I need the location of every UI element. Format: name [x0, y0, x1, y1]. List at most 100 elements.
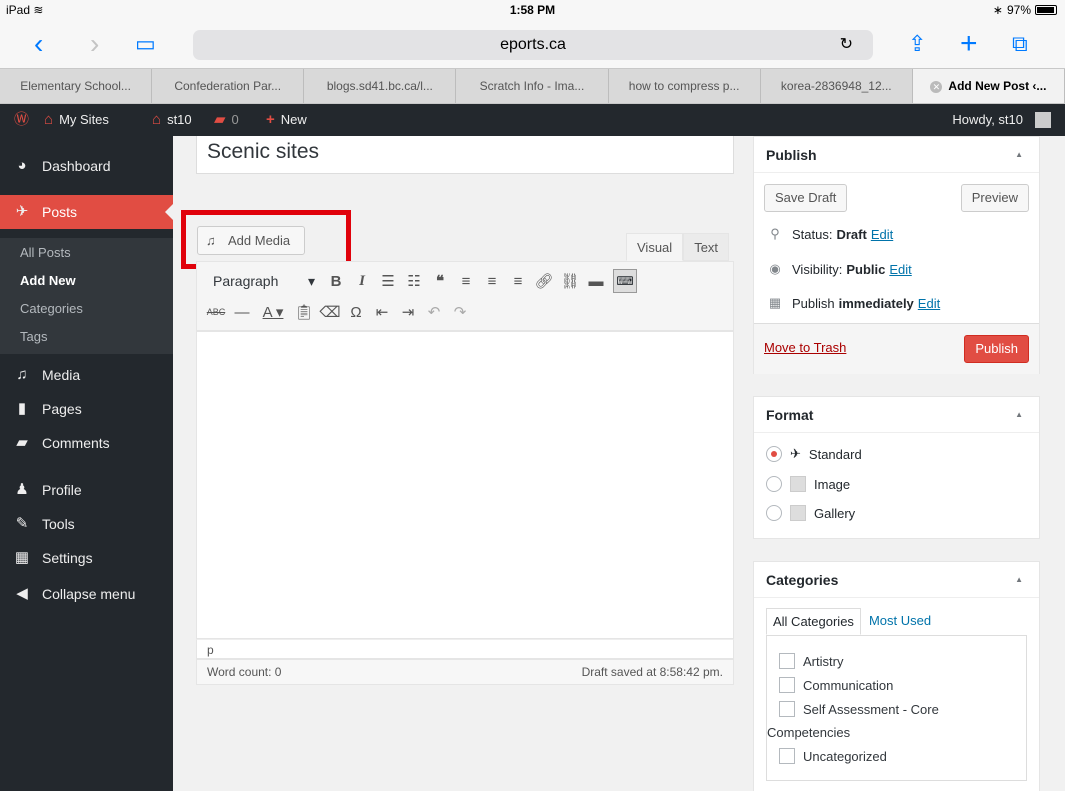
- browser-tab[interactable]: korea-2836948_12...: [761, 69, 913, 103]
- category-item[interactable]: Artistry: [779, 653, 843, 669]
- sidebar-item-tools[interactable]: ✎ Tools: [0, 507, 173, 541]
- unlink-icon[interactable]: ⛓: [557, 272, 583, 290]
- link-icon[interactable]: 🔗︎: [531, 272, 557, 290]
- bullet-list-icon[interactable]: ☰: [375, 272, 401, 290]
- category-item[interactable]: Uncategorized: [779, 748, 887, 764]
- editor-mode-tabs: Visual Text: [626, 233, 730, 261]
- browser-tab[interactable]: blogs.sd41.bc.ca/l...: [304, 69, 457, 103]
- browser-tab-active[interactable]: ✕ Add New Post ‹...: [912, 69, 1065, 103]
- format-select[interactable]: Paragraph ▾: [203, 273, 323, 290]
- collapse-arrow-icon[interactable]: ▲: [1015, 562, 1023, 598]
- outdent-icon[interactable]: ⇤: [369, 303, 395, 321]
- browser-tab[interactable]: Elementary School...: [0, 69, 153, 103]
- undo-icon[interactable]: ↶: [421, 303, 447, 321]
- blockquote-icon[interactable]: ❝: [427, 272, 453, 290]
- save-draft-button[interactable]: Save Draft: [764, 184, 848, 212]
- align-center-icon[interactable]: ≡: [479, 273, 505, 290]
- tabs-overview-icon[interactable]: ⧉: [1012, 20, 1028, 68]
- tab-all-categories[interactable]: All Categories: [766, 608, 861, 635]
- clear-formatting-icon[interactable]: ⌫: [317, 303, 343, 321]
- submenu-tags[interactable]: Tags: [20, 329, 47, 344]
- share-icon[interactable]: ⇪: [908, 20, 926, 68]
- format-option-standard[interactable]: ✈ Standard: [766, 446, 862, 462]
- radio-standard[interactable]: [766, 446, 782, 462]
- radio-image[interactable]: [766, 476, 782, 492]
- format-header[interactable]: Format ▲: [754, 397, 1039, 433]
- sidebar-item-pages[interactable]: ▮ Pages: [0, 392, 173, 426]
- edit-visibility-link[interactable]: Edit: [889, 262, 911, 277]
- content-editor[interactable]: [196, 331, 734, 639]
- wordpress-logo-icon[interactable]: Ⓦ: [14, 104, 29, 136]
- browser-tab[interactable]: Confederation Par...: [152, 69, 305, 103]
- bookmarks-icon[interactable]: ▭: [135, 20, 156, 68]
- publish-header[interactable]: Publish ▲: [754, 137, 1039, 173]
- new-content-menu[interactable]: + New: [266, 104, 307, 136]
- move-to-trash-link[interactable]: Move to Trash: [764, 340, 846, 355]
- account-menu[interactable]: Howdy, st10: [952, 104, 1051, 136]
- back-icon[interactable]: ‹: [34, 20, 43, 68]
- publish-button[interactable]: Publish: [964, 335, 1029, 363]
- special-character-icon[interactable]: Ω: [343, 304, 369, 321]
- tab-visual[interactable]: Visual: [626, 233, 684, 261]
- italic-icon[interactable]: I: [349, 273, 375, 290]
- bold-icon[interactable]: B: [323, 273, 349, 290]
- sidebar-item-comments[interactable]: ▰ Comments: [0, 426, 173, 460]
- collapse-arrow-icon[interactable]: ▲: [1015, 137, 1023, 173]
- submenu-add-new[interactable]: Add New: [20, 273, 76, 288]
- format-option-gallery[interactable]: Gallery: [766, 505, 855, 521]
- category-checkbox[interactable]: [779, 748, 795, 764]
- categories-header[interactable]: Categories ▲: [754, 562, 1039, 598]
- new-tab-icon[interactable]: +: [960, 20, 978, 68]
- comments-menu[interactable]: ▰ 0: [214, 104, 239, 136]
- forward-icon[interactable]: ›: [90, 20, 99, 68]
- categories-heading: Categories: [766, 572, 839, 588]
- post-title-input[interactable]: Scenic sites: [196, 136, 734, 174]
- category-item[interactable]: Self Assessment - Core: [779, 701, 939, 717]
- publish-actions: Move to Trash Publish: [754, 323, 1039, 374]
- close-tab-icon[interactable]: ✕: [930, 81, 943, 93]
- ios-status-bar: iPad ≋ 1:58 PM ∗ 97%: [0, 0, 1065, 20]
- sidebar-item-settings[interactable]: ▦ Settings: [0, 541, 173, 575]
- sidebar-item-collapse[interactable]: ◀ Collapse menu: [0, 577, 173, 611]
- sidebar-item-dashboard[interactable]: ◕ Dashboard: [0, 149, 173, 183]
- radio-gallery[interactable]: [766, 505, 782, 521]
- align-right-icon[interactable]: ≡: [505, 273, 531, 290]
- indent-icon[interactable]: ⇥: [395, 303, 421, 321]
- read-more-icon[interactable]: ▬: [583, 273, 609, 290]
- toolbar-toggle-icon[interactable]: ⌨: [613, 269, 637, 293]
- sidebar-item-profile[interactable]: ♟ Profile: [0, 473, 173, 507]
- my-sites-menu[interactable]: ⌂ My Sites: [44, 104, 109, 136]
- edit-status-link[interactable]: Edit: [871, 227, 893, 242]
- submenu-categories[interactable]: Categories: [20, 301, 83, 316]
- edit-schedule-link[interactable]: Edit: [918, 296, 940, 311]
- redo-icon[interactable]: ↷: [447, 303, 473, 321]
- tab-most-used[interactable]: Most Used: [863, 608, 937, 635]
- reload-icon[interactable]: ↻: [840, 30, 853, 60]
- submenu-all-posts[interactable]: All Posts: [20, 245, 71, 260]
- format-option-image[interactable]: Image: [766, 476, 850, 492]
- admin-sidebar: ◕ Dashboard ✈ Posts All Posts Add New Cate…: [0, 136, 173, 791]
- site-menu[interactable]: ⌂ st10: [152, 104, 192, 136]
- preview-button[interactable]: Preview: [960, 184, 1029, 212]
- battery-percent: 97%: [1006, 3, 1031, 17]
- sidebar-item-media[interactable]: ♫ Media: [0, 358, 173, 392]
- tab-text[interactable]: Text: [683, 233, 730, 261]
- browser-tab[interactable]: how to compress p...: [609, 69, 761, 103]
- strikethrough-icon[interactable]: ABC: [203, 307, 229, 317]
- category-checkbox[interactable]: [779, 677, 795, 693]
- category-item[interactable]: Communication: [779, 677, 893, 693]
- category-checkbox[interactable]: [779, 653, 795, 669]
- sidebar-item-label: Media: [42, 367, 81, 383]
- settings-icon: ▦: [14, 549, 30, 566]
- align-left-icon[interactable]: ≡: [453, 273, 479, 290]
- numbered-list-icon[interactable]: ☷: [401, 272, 427, 290]
- address-bar[interactable]: eports.ca ↻: [193, 30, 873, 60]
- horizontal-line-icon[interactable]: —: [229, 304, 255, 321]
- paste-text-icon[interactable]: 📋︎: [291, 303, 317, 321]
- browser-tab[interactable]: Scratch Info - Ima...: [456, 69, 609, 103]
- category-checkbox[interactable]: [779, 701, 795, 717]
- sidebar-item-posts[interactable]: ✈ Posts: [0, 195, 173, 229]
- text-color-icon[interactable]: A ▾: [255, 303, 291, 321]
- wrench-icon: ✎: [15, 515, 29, 532]
- collapse-arrow-icon[interactable]: ▲: [1015, 397, 1023, 433]
